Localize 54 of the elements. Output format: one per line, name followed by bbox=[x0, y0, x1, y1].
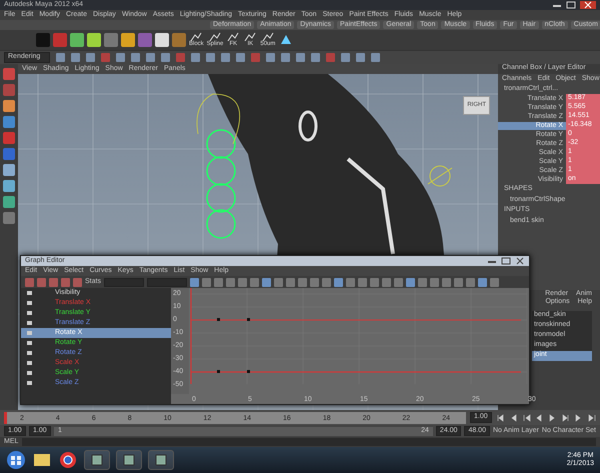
key-icon bbox=[27, 361, 32, 365]
current-time-marker[interactable] bbox=[4, 412, 7, 424]
key-icon bbox=[27, 321, 32, 325]
tool-icon[interactable] bbox=[3, 196, 15, 208]
tool-icon[interactable] bbox=[3, 164, 15, 176]
shelf-button[interactable] bbox=[155, 33, 169, 47]
app-icon bbox=[90, 453, 104, 467]
start-icon[interactable] bbox=[6, 450, 26, 470]
key-icon bbox=[27, 291, 32, 295]
app-icon bbox=[122, 453, 136, 467]
joint-icon bbox=[189, 31, 204, 42]
taskbar-button[interactable] bbox=[148, 450, 174, 470]
tool-icon[interactable] bbox=[3, 84, 15, 96]
shelf-button[interactable] bbox=[104, 33, 118, 47]
shelf-button[interactable] bbox=[53, 33, 67, 47]
tool-icon[interactable] bbox=[3, 148, 15, 160]
tool-icon[interactable] bbox=[3, 100, 15, 112]
stats-field[interactable] bbox=[146, 278, 187, 286]
maximize-icon[interactable] bbox=[501, 257, 511, 265]
key-icon bbox=[27, 301, 32, 305]
tool-icon[interactable] bbox=[3, 180, 15, 192]
taskbar-button[interactable] bbox=[116, 450, 142, 470]
close-icon[interactable] bbox=[515, 257, 525, 265]
playback-icon[interactable] bbox=[587, 414, 596, 422]
key-icon bbox=[27, 351, 32, 355]
shelf-button[interactable] bbox=[87, 33, 101, 47]
joint-icon bbox=[243, 31, 258, 42]
playback-icon[interactable] bbox=[522, 414, 531, 422]
playback-icon[interactable] bbox=[509, 414, 518, 422]
key-icon bbox=[27, 381, 32, 385]
shelf-button[interactable] bbox=[172, 33, 186, 47]
key-icon bbox=[27, 341, 32, 345]
close-icon[interactable] bbox=[580, 1, 596, 9]
tool-icon[interactable] bbox=[3, 116, 15, 128]
joint-icon bbox=[226, 31, 240, 42]
tool-icon[interactable] bbox=[3, 132, 15, 144]
shelf-button[interactable] bbox=[70, 33, 84, 47]
browser-icon[interactable] bbox=[58, 450, 78, 470]
joint-icon bbox=[260, 31, 275, 42]
app-icon bbox=[154, 453, 168, 467]
playback-icon[interactable] bbox=[561, 414, 570, 422]
command-input-field[interactable] bbox=[22, 438, 596, 446]
key-icon bbox=[27, 371, 32, 375]
shelf-button[interactable] bbox=[138, 33, 152, 47]
tool-icon[interactable] bbox=[3, 212, 15, 224]
key-icon bbox=[27, 311, 32, 315]
shelf-button[interactable] bbox=[121, 33, 135, 47]
tool-icon[interactable] bbox=[3, 68, 15, 80]
joint-icon bbox=[208, 31, 222, 42]
playback-icon[interactable] bbox=[574, 414, 583, 422]
taskbar-button[interactable] bbox=[84, 450, 110, 470]
key-icon bbox=[27, 331, 32, 335]
playback-icon[interactable] bbox=[496, 414, 505, 422]
stats-field[interactable] bbox=[104, 278, 144, 286]
